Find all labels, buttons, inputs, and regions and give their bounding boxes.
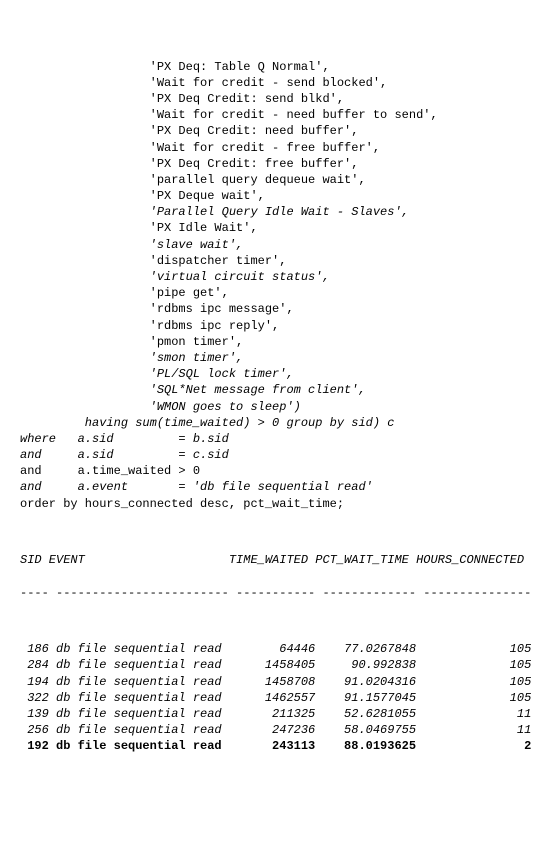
code-line: 'PX Deque wait', bbox=[20, 188, 530, 204]
code-line: 'virtual circuit status', bbox=[20, 269, 530, 285]
code-line: 'Wait for credit - free buffer', bbox=[20, 140, 530, 156]
code-line: 'SQL*Net message from client', bbox=[20, 382, 530, 398]
code-line: 'PX Idle Wait', bbox=[20, 220, 530, 236]
sql-code-block: 'PX Deq: Table Q Normal', 'Wait for cred… bbox=[20, 59, 530, 512]
report-row: 256 db file sequential read 247236 58.04… bbox=[20, 722, 530, 738]
code-line: and a.sid = c.sid bbox=[20, 447, 530, 463]
code-line: 'smon timer', bbox=[20, 350, 530, 366]
report-row: 322 db file sequential read 1462557 91.1… bbox=[20, 690, 530, 706]
code-line: 'Wait for credit - need buffer to send', bbox=[20, 107, 530, 123]
code-line: 'PX Deq Credit: send blkd', bbox=[20, 91, 530, 107]
code-line: 'PX Deq Credit: need buffer', bbox=[20, 123, 530, 139]
code-line: 'WMON goes to sleep') bbox=[20, 399, 530, 415]
code-line: and a.time_waited > 0 bbox=[20, 463, 530, 479]
code-line: having sum(time_waited) > 0 group by sid… bbox=[20, 415, 530, 431]
report-body: 186 db file sequential read 64446 77.026… bbox=[20, 641, 530, 754]
code-line: 'PX Deq Credit: free buffer', bbox=[20, 156, 530, 172]
code-line: 'pmon timer', bbox=[20, 334, 530, 350]
code-line: order by hours_connected desc, pct_wait_… bbox=[20, 496, 530, 512]
report-row: 284 db file sequential read 1458405 90.9… bbox=[20, 657, 530, 673]
report-row: 192 db file sequential read 243113 88.01… bbox=[20, 738, 530, 754]
code-line: 'dispatcher timer', bbox=[20, 253, 530, 269]
report-row: 186 db file sequential read 64446 77.026… bbox=[20, 641, 530, 657]
code-line: 'parallel query dequeue wait', bbox=[20, 172, 530, 188]
code-line: 'PX Deq: Table Q Normal', bbox=[20, 59, 530, 75]
code-line: and a.event = 'db file sequential read' bbox=[20, 479, 530, 495]
report-divider: ---- ------------------------ ----------… bbox=[20, 585, 530, 601]
code-line: 'rdbms ipc reply', bbox=[20, 318, 530, 334]
code-line: 'pipe get', bbox=[20, 285, 530, 301]
report-row: 139 db file sequential read 211325 52.62… bbox=[20, 706, 530, 722]
code-line: 'slave wait', bbox=[20, 237, 530, 253]
code-line: 'Parallel Query Idle Wait - Slaves', bbox=[20, 204, 530, 220]
code-line: 'PL/SQL lock timer', bbox=[20, 366, 530, 382]
code-line: where a.sid = b.sid bbox=[20, 431, 530, 447]
code-line: 'Wait for credit - send blocked', bbox=[20, 75, 530, 91]
report-row: 194 db file sequential read 1458708 91.0… bbox=[20, 674, 530, 690]
report-header: SID EVENT TIME_WAITED PCT_WAIT_TIME HOUR… bbox=[20, 552, 530, 568]
code-line: 'rdbms ipc message', bbox=[20, 301, 530, 317]
